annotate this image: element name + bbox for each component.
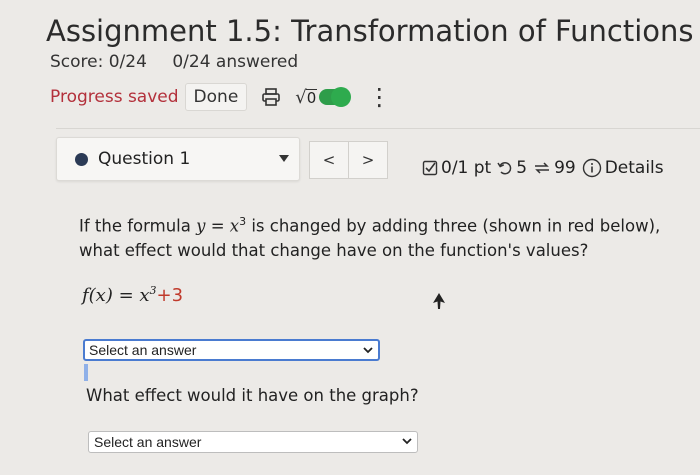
question-text-start: If the formula bbox=[79, 216, 197, 236]
progress-saved-label: Progress saved bbox=[50, 87, 179, 107]
score-row: Score: 0/24 0/24 answered bbox=[50, 52, 318, 72]
question-label: Question 1 bbox=[98, 149, 191, 169]
prev-question-button[interactable]: < bbox=[309, 141, 349, 179]
printer-icon[interactable] bbox=[261, 88, 281, 106]
retry-icon bbox=[535, 162, 550, 174]
divider bbox=[56, 128, 700, 129]
retries-count: 99 bbox=[554, 158, 576, 178]
points-text: 0/1 pt bbox=[441, 158, 492, 178]
formula-exponent: 3 bbox=[149, 284, 157, 297]
math-equals: = bbox=[205, 216, 230, 236]
info-icon bbox=[582, 158, 601, 178]
math-var-x: x bbox=[229, 216, 240, 236]
question-status-dot bbox=[75, 152, 88, 166]
answered-text: 0/24 answered bbox=[172, 52, 299, 72]
kebab-menu-icon[interactable]: ⋮ bbox=[367, 83, 391, 111]
formula-added-term: +3 bbox=[156, 285, 184, 306]
points-item: 0/1 pt bbox=[422, 158, 491, 178]
question-text: If the formula y = x3 is changed by addi… bbox=[79, 210, 679, 263]
select-2-value: Select an answer bbox=[94, 434, 202, 450]
caret-down-icon bbox=[279, 155, 289, 162]
sqrt-label: 0 bbox=[305, 88, 318, 107]
page-title: Assignment 1.5: Transformation of Functi… bbox=[46, 14, 694, 48]
toggle-knob bbox=[331, 87, 352, 107]
answer-select-1[interactable]: Select an answer bbox=[83, 339, 380, 361]
next-question-button[interactable]: > bbox=[349, 141, 388, 179]
score-text: Score: 0/24 bbox=[50, 52, 147, 72]
retries-item: 99 bbox=[533, 158, 576, 178]
formula-lhs: f(x) = bbox=[82, 285, 140, 306]
attempts-item: 5 bbox=[497, 158, 527, 178]
checkbox-icon bbox=[422, 160, 438, 176]
formula: f(x) = x3+3 bbox=[82, 284, 183, 306]
question-2-text: What effect would it have on the graph? bbox=[86, 386, 419, 405]
formula-x: x bbox=[139, 285, 150, 306]
details-button[interactable]: Details bbox=[582, 158, 664, 178]
question-nav: < > bbox=[309, 141, 388, 179]
mouse-cursor-icon bbox=[433, 293, 445, 309]
done-button[interactable]: Done bbox=[184, 83, 248, 111]
focus-indicator bbox=[84, 364, 88, 381]
status-row: Progress saved Done √ 0 ⋮ bbox=[50, 82, 391, 112]
details-label: Details bbox=[604, 158, 664, 178]
question-meta: 0/1 pt 5 99 Details bbox=[422, 158, 670, 178]
math-toggle[interactable] bbox=[319, 87, 352, 107]
question-selector[interactable]: Question 1 bbox=[56, 137, 300, 181]
chevron-down-icon bbox=[363, 347, 373, 354]
chevron-down-icon bbox=[402, 438, 412, 445]
undo-icon bbox=[497, 162, 512, 175]
select-1-value: Select an answer bbox=[89, 342, 197, 358]
sqrt-icon[interactable]: √ 0 bbox=[295, 87, 318, 108]
answer-select-2[interactable]: Select an answer bbox=[88, 431, 418, 453]
attempts-count: 5 bbox=[516, 158, 528, 178]
